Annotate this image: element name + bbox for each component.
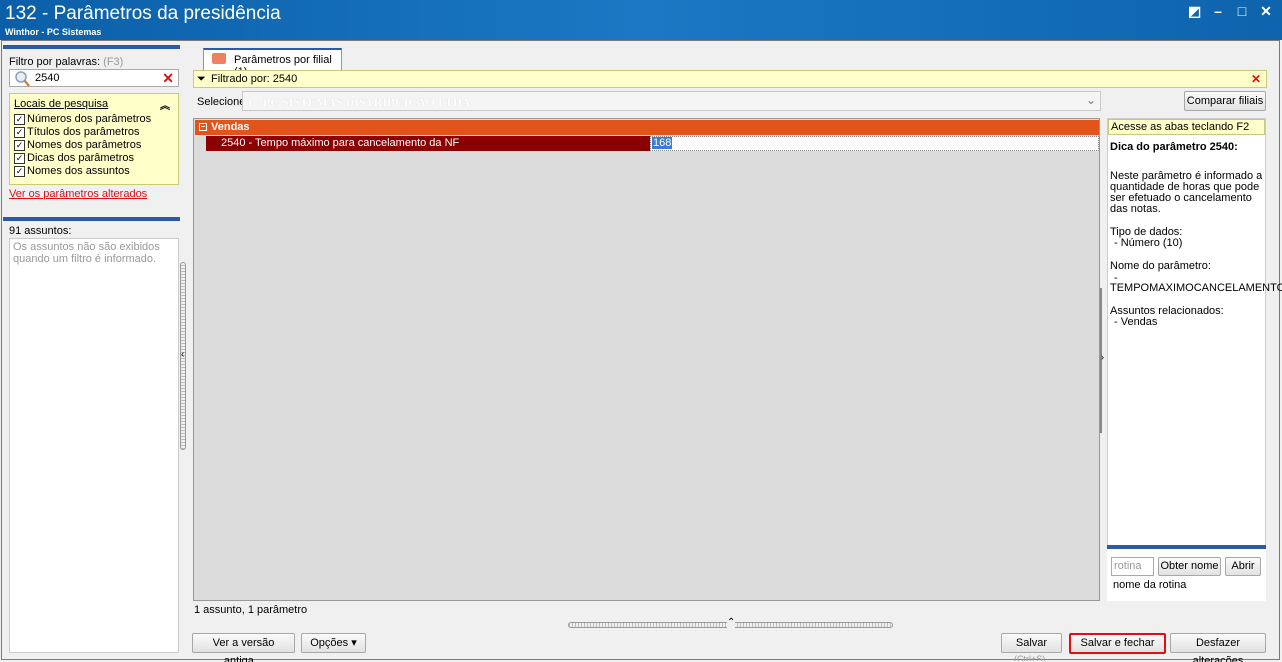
search-icon	[15, 71, 30, 87]
tip-param-name-value: TEMPOMAXIMOCANCELAMENTONFE	[1110, 282, 1282, 294]
maximize-icon[interactable]: □	[1236, 3, 1248, 20]
collapse-icon[interactable]: ︽	[160, 97, 170, 112]
save-and-close-button[interactable]: Salvar e fechar	[1069, 633, 1166, 654]
checkbox-label: Nomes dos parâmetros	[27, 139, 142, 151]
minimize-icon[interactable]: –	[1212, 3, 1224, 20]
open-button[interactable]: Abrir	[1225, 557, 1261, 576]
checkbox-icon: ✓	[14, 165, 25, 177]
subjects-list: Os assuntos não são exibidos quando um f…	[9, 238, 179, 653]
checkbox-icon: ✓	[14, 139, 25, 151]
close-icon[interactable]: ✕	[1260, 3, 1272, 20]
tip-heading: Dica do parâmetro 2540:	[1110, 141, 1238, 153]
search-input[interactable]: 2540 ✕	[9, 69, 179, 87]
filter-hint: (F3)	[103, 56, 124, 68]
checkbox-dicas[interactable]: ✓ Dicas dos parâmetros	[14, 152, 134, 164]
checkbox-icon: ✓	[14, 126, 25, 138]
funnel-icon: ⏷	[197, 73, 206, 85]
save-button-label: Salvar	[1015, 637, 1048, 649]
parameter-value: 168	[652, 137, 673, 149]
subjects-empty-message: Os assuntos não são exibidos quando um f…	[13, 241, 160, 265]
tip-type-value: - Número (10)	[1114, 237, 1183, 249]
filter-info-text: Filtrado por: 2540	[211, 73, 298, 85]
filter-label-text: Filtro por palavras:	[9, 56, 101, 68]
panel-accent-bar	[3, 217, 180, 221]
window-controls: ◩ – □ ✕	[1188, 3, 1272, 20]
panel-accent-bar	[3, 45, 180, 49]
window-titlebar: 132 - Parâmetros da presidência Winthor …	[0, 0, 1282, 40]
chevron-up-icon[interactable]: ⌃	[727, 617, 736, 628]
branch-select[interactable]: 1 - PC SISTEMAS DISTRIBUIÇÃO LTDA ⌄	[242, 91, 1101, 111]
status-text: 1 assunto, 1 parâmetro	[194, 604, 308, 616]
group-label: Vendas	[211, 121, 250, 133]
options-button[interactable]: Opções ▾	[301, 633, 366, 653]
branch-select-value: 1 - PC SISTEMAS DISTRIBUIÇÃO LTDA	[247, 95, 471, 109]
right-splitter[interactable]: ›	[1100, 288, 1106, 433]
chevron-down-icon: ⌄	[1085, 93, 1096, 107]
group-header-vendas[interactable]: – Vendas	[195, 120, 1099, 135]
checkbox-label: Números dos parâmetros	[27, 113, 152, 125]
parameter-name-cell[interactable]: 2540 - Tempo máximo para cancelamento da…	[206, 136, 650, 151]
window-subtitle: Winthor - PC Sistemas	[5, 27, 102, 37]
checkbox-label: Nomes dos assuntos	[27, 165, 130, 177]
checkbox-icon: ✓	[14, 113, 25, 125]
undo-changes-button[interactable]: Desfazer alterações	[1170, 633, 1266, 662]
tip-description: Neste parâmetro é informado a quantidade…	[1110, 170, 1263, 215]
chevron-left-icon[interactable]: ‹	[181, 349, 184, 360]
window-title: 132 - Parâmetros da presidência	[5, 3, 281, 24]
folder-icon	[212, 53, 226, 64]
checkbox-label: Títulos dos parâmetros	[27, 126, 140, 138]
rotina-name: nome da rotina	[1113, 579, 1187, 591]
compare-branches-button[interactable]: Comparar filiais	[1184, 91, 1266, 111]
checkbox-titulos[interactable]: ✓ Títulos dos parâmetros	[14, 126, 140, 138]
parameters-grid: – Vendas 2540 - Tempo máximo para cancel…	[193, 118, 1100, 601]
save-button[interactable]: Salvar	[1001, 633, 1062, 653]
parameter-value-input[interactable]: 168	[650, 136, 1099, 151]
collapse-group-icon[interactable]: –	[199, 123, 207, 131]
remove-filter-icon[interactable]: ✕	[1251, 72, 1261, 86]
restore-icon[interactable]: ◩	[1188, 3, 1201, 20]
checkbox-nomes[interactable]: ✓ Nomes dos parâmetros	[14, 139, 141, 151]
checkbox-assuntos[interactable]: ✓ Nomes dos assuntos	[14, 165, 130, 177]
table-row[interactable]: 2540 - Tempo máximo para cancelamento da…	[206, 136, 1099, 151]
search-value: 2540	[35, 72, 60, 84]
filter-info-bar: ⏷ Filtrado por: 2540 ✕	[193, 70, 1267, 88]
tip-hint: Acesse as abas teclando F2	[1108, 119, 1265, 135]
changed-params-link[interactable]: Ver os parâmetros alterados	[9, 188, 147, 200]
filter-label: Filtro por palavras: (F3)	[9, 56, 123, 68]
rotina-input[interactable]: rotina	[1111, 557, 1154, 576]
save-shortcut: (Ctrl+S)	[1014, 654, 1046, 661]
checkbox-label: Dicas dos parâmetros	[27, 152, 134, 164]
bottom-splitter[interactable]: ⌃	[568, 617, 893, 628]
checkbox-icon: ✓	[14, 152, 25, 164]
subjects-count: 91 assuntos:	[9, 225, 72, 237]
tip-panel: Acesse as abas teclando F2 Dica do parâm…	[1107, 118, 1282, 601]
search-locations-box: Locais de pesquisa ︽ ✓ Números dos parâme…	[9, 93, 179, 185]
parameter-name: 2540 - Tempo máximo para cancelamento da…	[221, 137, 460, 149]
get-name-button[interactable]: Obter nome	[1158, 557, 1221, 576]
old-version-button[interactable]: Ver a versão antiga...	[192, 633, 295, 662]
search-locations-title: Locais de pesquisa	[14, 98, 109, 110]
clear-search-icon[interactable]: ✕	[162, 70, 174, 87]
checkbox-numeros[interactable]: ✓ Números dos parâmetros	[14, 113, 151, 125]
tab-parametros-filial[interactable]: Parâmetros por filial (1)	[203, 48, 342, 78]
chevron-right-icon[interactable]: ›	[1101, 352, 1104, 362]
left-panel: Filtro por palavras: (F3) 2540 ✕ Locais …	[3, 45, 180, 657]
rotina-panel: rotina Obter nome Abrir nome da rotina	[1107, 545, 1266, 601]
tip-subjects-value: - Vendas	[1114, 316, 1158, 328]
tip-param-name-label: Nome do parâmetro:	[1110, 260, 1211, 272]
left-splitter[interactable]: ‹	[180, 262, 186, 450]
